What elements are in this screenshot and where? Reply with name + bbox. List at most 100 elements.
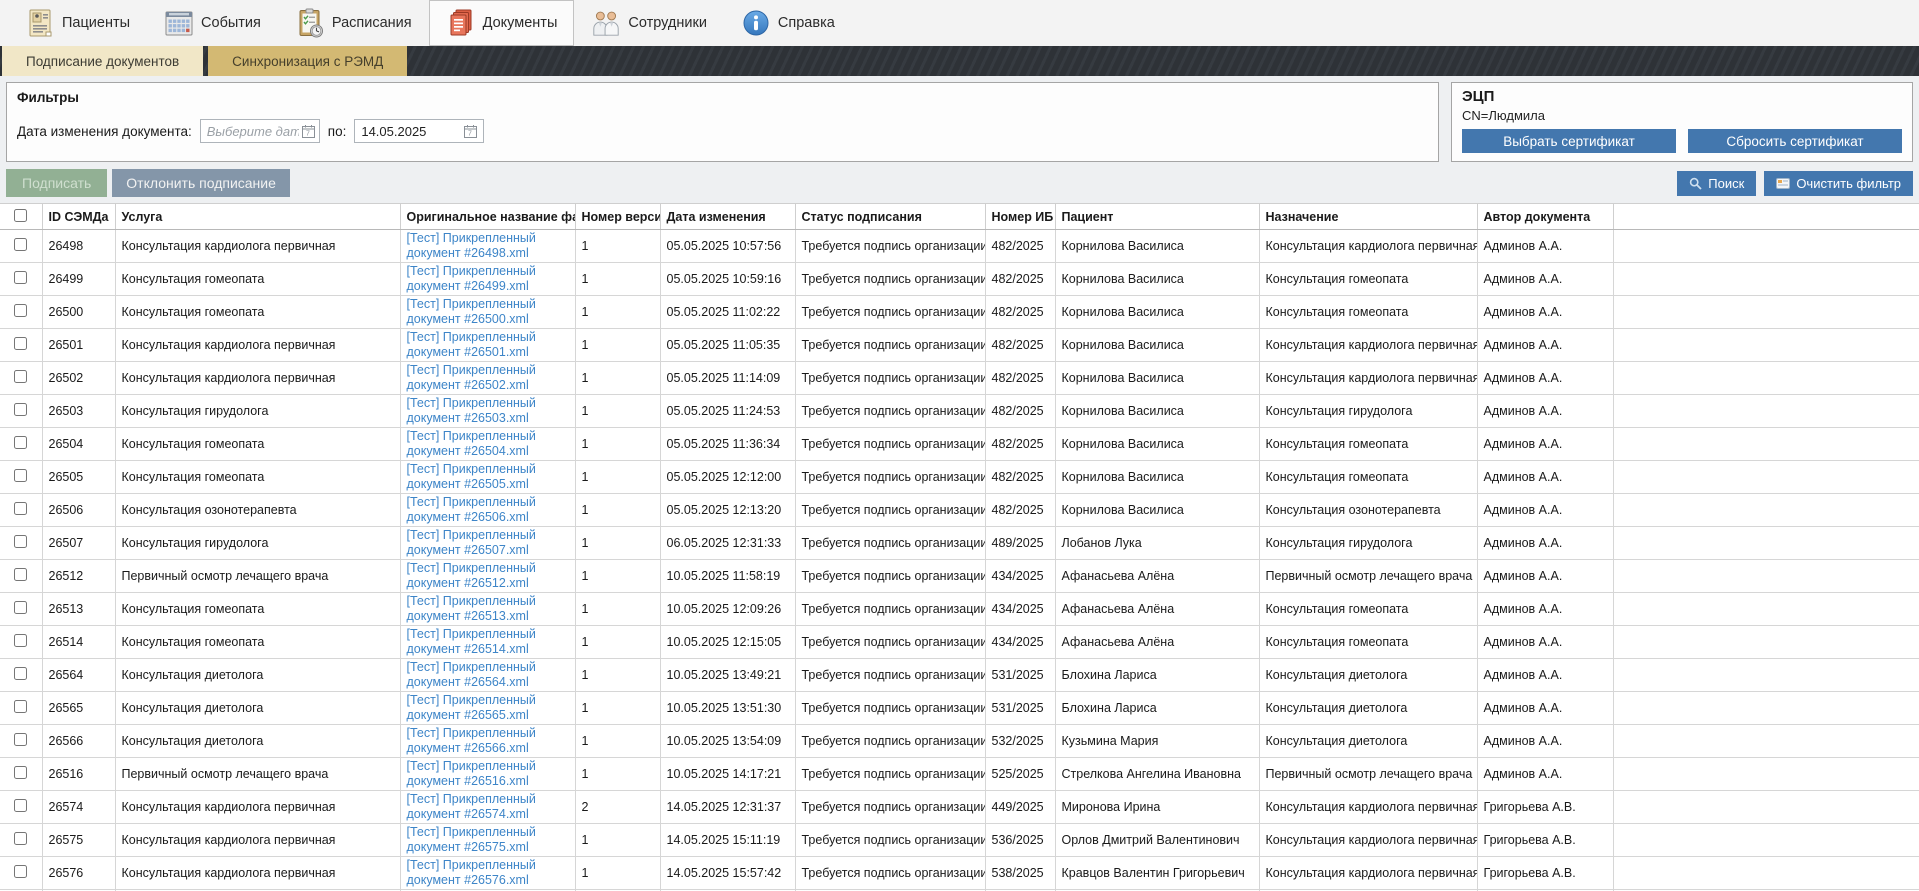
certificate-cn: CN=Людмила <box>1462 108 1545 123</box>
file-link[interactable]: [Тест] Прикрепленный документ #26564.xml <box>407 660 536 689</box>
patient-cell: Афанасьева Алёна <box>1055 559 1260 593</box>
search-button[interactable]: Поиск <box>1677 170 1757 196</box>
select-all-checkbox[interactable] <box>14 208 28 222</box>
select-certificate-button[interactable]: Выбрать сертификат <box>1462 129 1676 153</box>
file-link[interactable]: [Тест] Прикрепленный документ #26501.xml <box>407 330 536 359</box>
file-link[interactable]: [Тест] Прикрепленный документ #26500.xml <box>407 297 536 326</box>
table-row: 26565 Консультация диетолога [Тест] Прикре… <box>0 691 1919 725</box>
row-checkbox[interactable] <box>14 402 28 416</box>
patient-cell: Корнилова Василиса <box>1055 328 1260 362</box>
version-cell: 1 <box>575 625 661 659</box>
file-link[interactable]: [Тест] Прикрепленный документ #26565.xml <box>407 693 536 722</box>
toolbar-button-documents[interactable]: Документы <box>428 0 575 46</box>
patient-cell: Блохина Лариса <box>1055 691 1260 725</box>
date-cell: 10.05.2025 12:15:05 <box>660 625 796 659</box>
calendar-icon[interactable]: 7 <box>464 124 478 138</box>
status-cell: Требуется подпись организации <box>795 328 986 362</box>
file-link[interactable]: [Тест] Прикрепленный документ #26498.xml <box>407 231 536 260</box>
file-link[interactable]: [Тест] Прикрепленный документ #26504.xml <box>407 429 536 458</box>
calendar-icon[interactable]: 7 <box>301 124 315 138</box>
service-cell: Консультация кардиолога первичная <box>115 790 401 824</box>
row-checkbox[interactable] <box>14 567 28 581</box>
author-cell: Админов А.А. <box>1477 361 1614 395</box>
date-to-box: 7 <box>354 119 485 143</box>
filter-area: Фильтры Дата изменения документа: 7 по: <box>6 82 1913 162</box>
file-link[interactable]: [Тест] Прикрепленный документ #26576.xml <box>407 858 536 887</box>
filler-cell <box>1613 823 1919 857</box>
row-checkbox[interactable] <box>14 765 28 779</box>
file-link[interactable]: [Тест] Прикрепленный документ #26502.xml <box>407 363 536 392</box>
semd-id-cell: 26503 <box>42 394 116 428</box>
toolbar-button-events[interactable]: События <box>147 0 278 46</box>
purpose-cell: Консультация кардиолога первичная <box>1259 361 1478 395</box>
file-link[interactable]: [Тест] Прикрепленный документ #26513.xml <box>407 594 536 623</box>
date-to-label: по: <box>327 123 347 139</box>
file-link[interactable]: [Тест] Прикрепленный документ #26574.xml <box>407 792 536 821</box>
row-checkbox[interactable] <box>14 600 28 614</box>
row-checkbox[interactable] <box>14 369 28 383</box>
column-header[interactable]: Автор документа <box>1477 203 1614 230</box>
row-checkbox[interactable] <box>14 468 28 482</box>
row-checkbox[interactable] <box>14 831 28 845</box>
table-row: 26566 Консультация диетолога [Тест] Прикре… <box>0 724 1919 758</box>
column-header[interactable]: Номер версии <box>575 203 661 230</box>
column-header[interactable]: Услуга <box>115 203 401 230</box>
file-link[interactable]: [Тест] Прикрепленный документ #26516.xml <box>407 759 536 788</box>
column-header[interactable]: Назначение <box>1259 203 1478 230</box>
clear-filter-button[interactable]: Очистить фильтр <box>1764 170 1913 196</box>
file-link[interactable]: [Тест] Прикрепленный документ #26512.xml <box>407 561 536 590</box>
file-link[interactable]: [Тест] Прикрепленный документ #26505.xml <box>407 462 536 491</box>
status-cell: Требуется подпись организации <box>795 262 986 296</box>
purpose-cell: Консультация гирудолога <box>1259 394 1478 428</box>
toolbar-button-employees[interactable]: Сотрудники <box>574 0 724 46</box>
row-checkbox[interactable] <box>14 501 28 515</box>
reset-certificate-button[interactable]: Сбросить сертификат <box>1688 129 1902 153</box>
sign-button[interactable]: Подписать <box>6 169 108 197</box>
row-checkbox[interactable] <box>14 336 28 350</box>
filler-cell <box>1613 757 1919 791</box>
column-header[interactable]: Пациент <box>1055 203 1260 230</box>
date-to-input[interactable] <box>361 123 462 139</box>
row-checkbox[interactable] <box>14 435 28 449</box>
semd-id-cell: 26575 <box>42 823 116 857</box>
column-header[interactable]: Оригинальное название файла <box>400 203 576 230</box>
column-header[interactable]: Дата изменения <box>660 203 796 230</box>
row-checkbox[interactable] <box>14 864 28 878</box>
filler-cell <box>1613 361 1919 395</box>
status-cell: Требуется подпись организации <box>795 229 986 263</box>
ib-cell: 482/2025 <box>985 493 1056 527</box>
toolbar-button-schedules[interactable]: Расписания <box>278 0 429 46</box>
file-link[interactable]: [Тест] Прикрепленный документ #26514.xml <box>407 627 536 656</box>
toolbar-button-patients[interactable]: Пациенты <box>8 0 147 46</box>
tab-active[interactable]: Подписание документов <box>2 46 204 76</box>
filler-cell <box>1613 295 1919 329</box>
column-header[interactable]: ID СЭМДа <box>42 203 116 230</box>
row-checkbox[interactable] <box>14 270 28 284</box>
toolbar-button-help[interactable]: Справка <box>724 0 852 46</box>
row-checkbox[interactable] <box>14 534 28 548</box>
file-link[interactable]: [Тест] Прикрепленный документ #26503.xml <box>407 396 536 425</box>
file-link[interactable]: [Тест] Прикрепленный документ #26506.xml <box>407 495 536 524</box>
row-checkbox[interactable] <box>14 699 28 713</box>
author-cell: Григорьева А.В. <box>1477 790 1614 824</box>
reject-signing-button[interactable]: Отклонить подписание <box>112 169 290 197</box>
date-from-input[interactable] <box>206 123 299 139</box>
file-link[interactable]: [Тест] Прикрепленный документ #26499.xml <box>407 264 536 293</box>
table-row: 26507 Консультация гирудолога [Тест] Прикр… <box>0 526 1919 560</box>
file-link[interactable]: [Тест] Прикрепленный документ #26575.xml <box>407 825 536 854</box>
column-header[interactable]: Статус подписания <box>795 203 986 230</box>
row-checkbox[interactable] <box>14 303 28 317</box>
filler-cell <box>1613 262 1919 296</box>
row-checkbox[interactable] <box>14 237 28 251</box>
row-checkbox[interactable] <box>14 666 28 680</box>
row-checkbox[interactable] <box>14 633 28 647</box>
row-checkbox[interactable] <box>14 798 28 812</box>
tab-inactive[interactable]: Синхронизация с РЭМД <box>208 46 408 76</box>
schedules-icon <box>295 7 325 39</box>
file-link[interactable]: [Тест] Прикрепленный документ #26566.xml <box>407 726 536 755</box>
row-checkbox[interactable] <box>14 732 28 746</box>
service-cell: Консультация кардиолога первичная <box>115 856 401 890</box>
search-icon <box>1690 177 1702 190</box>
file-link[interactable]: [Тест] Прикрепленный документ #26507.xml <box>407 528 536 557</box>
column-header[interactable]: Номер ИБ <box>985 203 1056 230</box>
